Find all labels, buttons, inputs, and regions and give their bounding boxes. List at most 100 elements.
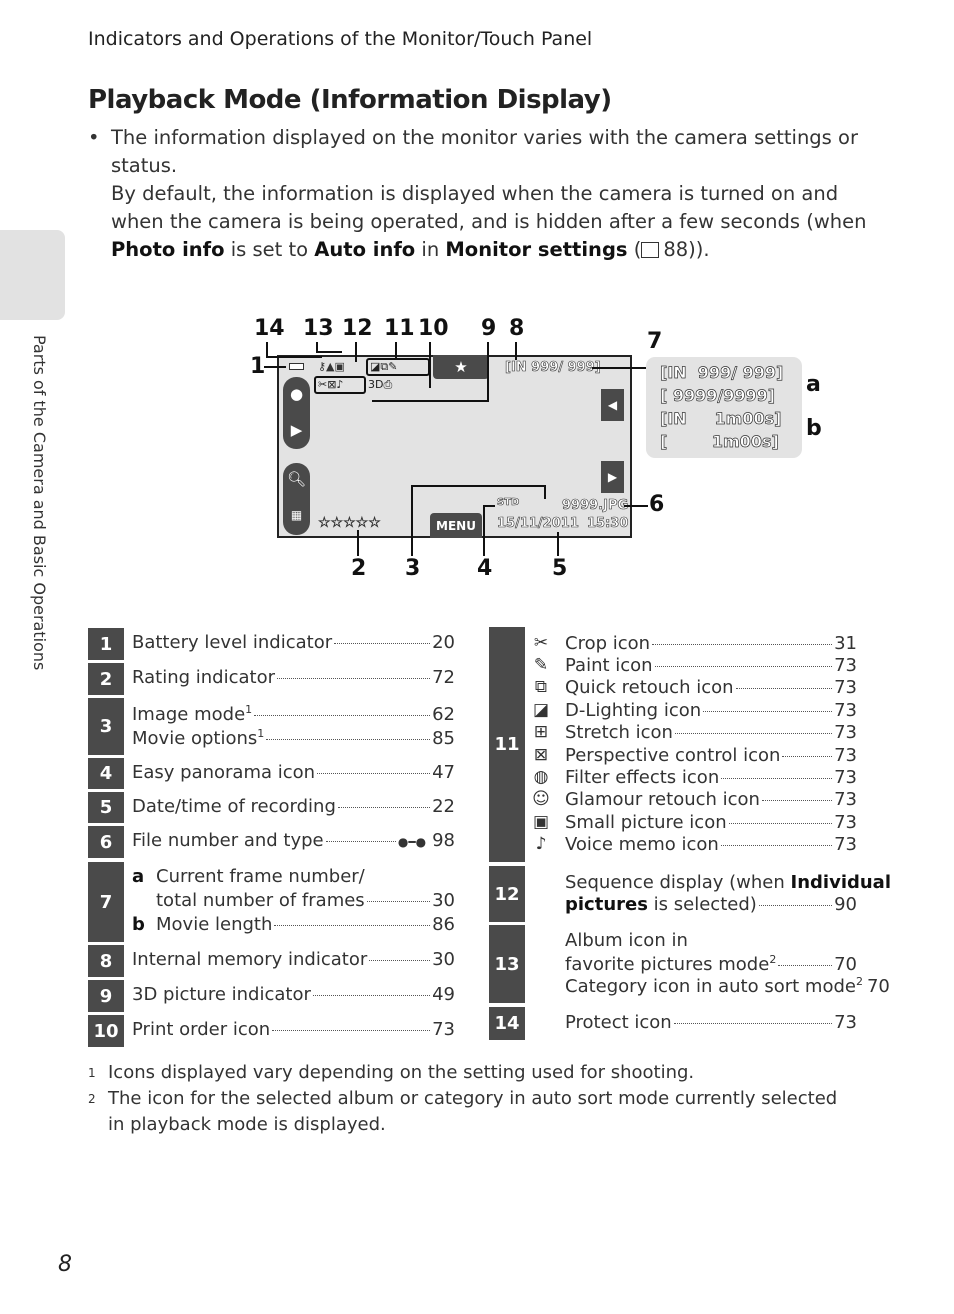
panel-line: [ 9999/9999] (660, 386, 776, 406)
page-reference[interactable]: 73 (834, 812, 857, 833)
item-number: 1 (88, 628, 124, 660)
page-reference[interactable]: 73 (834, 677, 857, 698)
table-row: 4 Easy panorama icon 47 (88, 758, 455, 789)
item-number: 13 (489, 925, 525, 1003)
page-reference[interactable]: 73 (834, 722, 857, 743)
leader-line (483, 505, 495, 507)
leader-line (624, 505, 648, 507)
leader-line (357, 530, 359, 556)
table-row: 2 Rating indicator 72 (88, 663, 455, 695)
page-reference[interactable]: 30 (432, 890, 455, 911)
panel-line: [IN 1m00s] (660, 409, 782, 429)
table-row: 11 ✂ Crop icon 31 ✎ Paint icon 73 ⧉ Quick retouc… (489, 627, 857, 862)
table-row: 3 Image mode1 62 Movie options1 85 (88, 698, 455, 755)
page-reference[interactable]: 88 (663, 238, 688, 261)
leader-line (429, 342, 431, 388)
page-reference[interactable]: 49 (432, 984, 455, 1005)
thumbnail-icon[interactable]: ▦ (283, 508, 310, 522)
zoom-icon[interactable]: 🔍︎ (283, 470, 310, 488)
table-entry: pictures is selected) 90 (565, 894, 857, 915)
callout: 4 (477, 556, 493, 581)
binoculars-icon: ●━● (397, 835, 427, 849)
leader-line (266, 342, 268, 357)
callout: 10 (418, 316, 449, 341)
table-row: 5 Date/time of recording 22 (88, 792, 455, 823)
table-entry: Protect icon 73 (565, 1012, 857, 1034)
leader-line (266, 356, 322, 358)
rating-stars: ☆☆☆☆☆ (318, 515, 381, 532)
playback-icon[interactable]: ▶ (283, 421, 310, 439)
page-reference[interactable]: 98 (432, 830, 455, 851)
page-reference[interactable]: 86 (432, 914, 455, 935)
table-entry: Category icon in auto sort mode2 70 (565, 975, 890, 998)
paint-icon: ✎ (533, 654, 549, 675)
book-icon (641, 242, 660, 258)
retouch-icons-box-2: ✂⊠♪ (314, 376, 366, 394)
battery-icon (289, 363, 304, 370)
leader-line (395, 342, 397, 358)
camera-icon[interactable]: ● (283, 385, 310, 403)
filter-effects-icon: ◍ (533, 766, 549, 787)
leader-line (264, 366, 286, 368)
table-entry: Glamour retouch icon 73 (565, 789, 857, 811)
page-reference[interactable]: 73 (834, 789, 857, 810)
next-button[interactable]: ▶ (601, 461, 624, 493)
d-lighting-icon: ◪ (532, 699, 550, 720)
table-entry: Quick retouch icon 73 (565, 677, 857, 699)
perspective-icon: ⊠ (533, 744, 549, 765)
callout: 9 (481, 316, 497, 341)
leader-line (515, 342, 517, 360)
panel-line: [IN 999/ 999] (660, 363, 784, 383)
item-number: 6 (88, 826, 124, 858)
page-reference[interactable]: 22 (432, 796, 455, 817)
callout: 14 (254, 316, 285, 341)
3d-print-icons: 3D⎙ (368, 378, 393, 391)
callout: 11 (384, 316, 415, 341)
menu-button[interactable]: MENU (430, 513, 482, 538)
status-icons-row1: ⚷▲▣ (318, 360, 345, 373)
page-reference[interactable]: 70 (867, 976, 890, 997)
page-reference[interactable]: 31 (834, 633, 857, 654)
table-entry: Stretch icon 73 (565, 722, 857, 744)
item-number: 7 (88, 862, 124, 942)
page-reference[interactable]: 73 (834, 655, 857, 676)
previous-button[interactable]: ◀ (601, 389, 624, 421)
crop-icon: ✂ (533, 632, 549, 653)
page-reference[interactable]: 47 (432, 762, 455, 783)
page-reference[interactable]: 73 (834, 767, 857, 788)
table-row: 14 Protect icon 73 (489, 1007, 857, 1040)
leader-line (316, 351, 342, 353)
page-reference[interactable]: 72 (432, 667, 455, 688)
table-entry: Filter effects icon 73 (565, 766, 857, 788)
page-number: 8 (58, 1252, 72, 1277)
table-row: 12 Sequence display (when Individual pictu… (489, 866, 891, 922)
table-entry: Crop icon 31 (565, 632, 857, 654)
item-number: 5 (88, 792, 124, 823)
item-number: 9 (88, 980, 124, 1012)
page-reference[interactable]: 73 (834, 834, 857, 855)
leader-line (557, 532, 559, 556)
page-reference[interactable]: 73 (834, 700, 857, 721)
callout: 12 (342, 316, 373, 341)
page-reference[interactable]: 73 (432, 1019, 455, 1040)
page-reference[interactable]: 70 (834, 954, 857, 975)
table-entry: Paint icon 73 (565, 654, 857, 676)
table-entry: Easy panorama icon 47 (132, 761, 455, 783)
recording-date: 15/11/2011 (497, 516, 579, 532)
callout: 2 (351, 556, 367, 581)
table-entry: Battery level indicator 20 (132, 632, 455, 653)
leader-line (544, 485, 546, 499)
page-reference[interactable]: 73 (834, 1012, 857, 1033)
table-entry: Voice memo icon 73 (565, 834, 857, 856)
page-reference[interactable]: 62 (432, 704, 455, 725)
page-reference[interactable]: 30 (432, 949, 455, 970)
page-reference[interactable]: 20 (432, 632, 455, 653)
leader-line (592, 367, 646, 369)
table-entry: File number and type ●━● 98 (132, 830, 455, 851)
table-entry: Rating indicator 72 (132, 667, 455, 688)
favorite-tab[interactable]: ★ (433, 355, 489, 379)
page-reference[interactable]: 90 (834, 894, 857, 915)
page-reference[interactable]: 85 (432, 728, 455, 749)
footnote: 1 Icons displayed vary depending on the s… (88, 1062, 695, 1083)
page-reference[interactable]: 73 (834, 745, 857, 766)
